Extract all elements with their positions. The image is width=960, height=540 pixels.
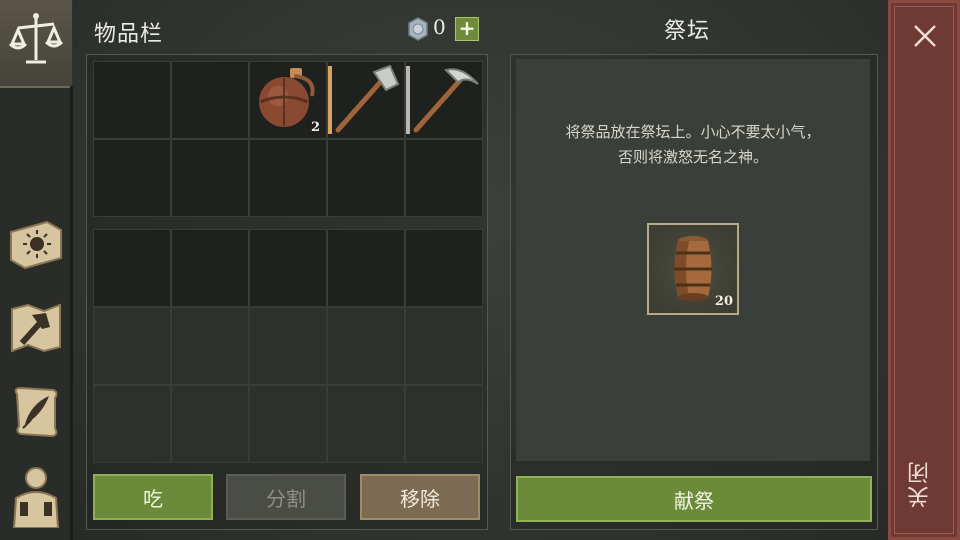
sidebar-tab-trade[interactable] xyxy=(0,0,72,88)
coin-icon xyxy=(408,17,428,41)
inventory-slot[interactable] xyxy=(405,139,483,217)
coin-count: 0 xyxy=(433,15,446,39)
sun-book-icon xyxy=(10,220,62,270)
inventory-slot[interactable] xyxy=(171,229,249,307)
inventory-slot[interactable] xyxy=(327,385,405,463)
altar-description: 将祭品放在祭坛上。小心不要太小气， 否则将激怒无名之神。 xyxy=(516,120,870,170)
inventory-slot[interactable] xyxy=(93,307,171,385)
inventory-slot[interactable] xyxy=(171,307,249,385)
inventory-slot[interactable] xyxy=(327,61,405,139)
inventory-slot[interactable] xyxy=(327,139,405,217)
item-count: 2 xyxy=(310,120,320,135)
split-button[interactable]: 分割 xyxy=(226,474,346,520)
offering-count: 20 xyxy=(714,294,733,309)
sidebar-tab-crafting[interactable] xyxy=(6,298,66,358)
inventory-slot[interactable] xyxy=(405,307,483,385)
inventory-slot[interactable] xyxy=(93,139,171,217)
close-label: 关闭 xyxy=(908,460,933,508)
inventory-slot[interactable] xyxy=(405,229,483,307)
close-panel[interactable] xyxy=(888,0,960,540)
sidebar-tab-journal[interactable] xyxy=(6,382,66,442)
scales-icon xyxy=(8,13,64,64)
offer-button[interactable]: 献祭 xyxy=(516,476,872,522)
quill-scroll-icon xyxy=(14,386,58,438)
pickaxe-icon xyxy=(413,68,479,133)
inventory-slot[interactable] xyxy=(171,139,249,217)
remove-button[interactable]: 移除 xyxy=(360,474,480,520)
inventory-slot[interactable] xyxy=(171,61,249,139)
altar-title: 祭坛 xyxy=(664,19,711,44)
axe-icon xyxy=(335,64,400,133)
inventory-grid-bottom xyxy=(93,229,483,463)
inventory-slot[interactable] xyxy=(249,307,327,385)
sidebar xyxy=(0,0,73,540)
inventory-slot[interactable] xyxy=(93,61,171,139)
inventory-slot[interactable] xyxy=(327,307,405,385)
offering-slot[interactable]: 20 xyxy=(647,223,739,315)
inventory-slot[interactable] xyxy=(249,139,327,217)
inventory-slot[interactable] xyxy=(93,385,171,463)
inventory-slot[interactable] xyxy=(93,229,171,307)
inventory-slot[interactable] xyxy=(405,61,483,139)
close-icon[interactable] xyxy=(907,18,943,54)
inventory-slot[interactable]: 2 xyxy=(249,61,327,139)
hammer-map-icon xyxy=(11,303,61,353)
inventory-slot[interactable] xyxy=(171,385,249,463)
inventory-title: 物品栏 xyxy=(94,22,164,47)
inventory-slot[interactable] xyxy=(327,229,405,307)
inventory-slot[interactable] xyxy=(249,385,327,463)
inventory-slot[interactable] xyxy=(249,229,327,307)
sidebar-tab-skills[interactable] xyxy=(6,214,66,274)
sidebar-tab-character[interactable] xyxy=(6,466,66,528)
inventory-grid-top: 2 xyxy=(93,61,483,217)
altar-description-line: 将祭品放在祭坛上。小心不要太小气， xyxy=(565,123,821,141)
character-icon xyxy=(12,467,60,528)
eat-button[interactable]: 吃 xyxy=(93,474,213,520)
altar-description-line: 否则将激怒无名之神。 xyxy=(617,148,768,166)
inventory-slot[interactable] xyxy=(405,385,483,463)
add-coins-button[interactable]: + xyxy=(455,17,479,41)
